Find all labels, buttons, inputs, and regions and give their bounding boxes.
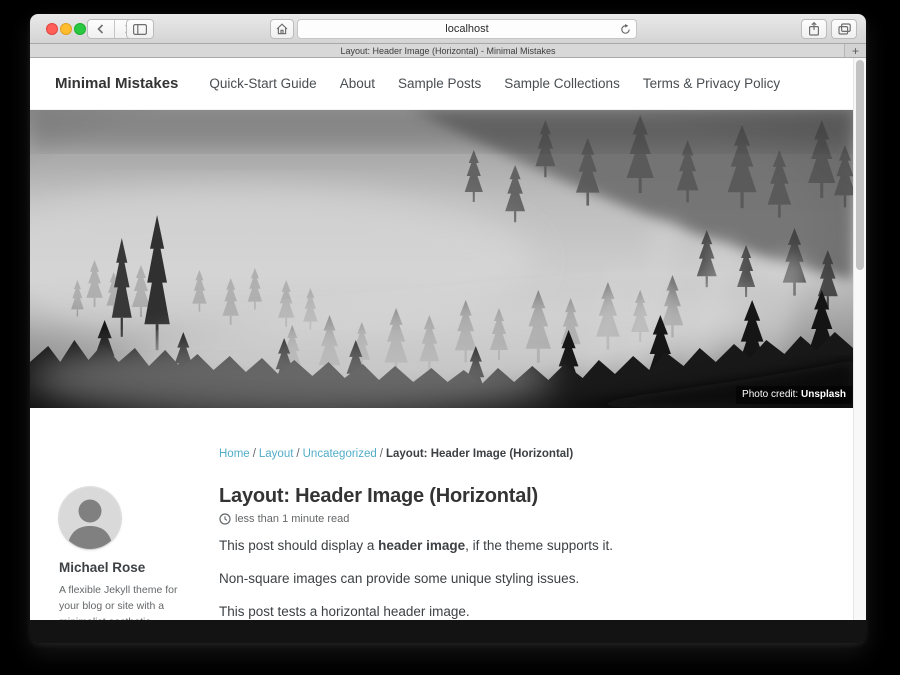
- nav-item-about[interactable]: About: [340, 76, 375, 91]
- scrollbar[interactable]: [853, 58, 866, 620]
- read-time: less than 1 minute read: [235, 513, 349, 525]
- avatar: [59, 487, 121, 549]
- post-paragraph-3: This post tests a horizontal header imag…: [219, 602, 813, 620]
- photo-credit: Photo credit: Unsplash: [736, 386, 852, 404]
- share-button[interactable]: [801, 19, 827, 39]
- post-main: Home/Layout/Uncategorized/Layout: Header…: [219, 408, 853, 620]
- breadcrumb-uncategorized[interactable]: Uncategorized: [303, 448, 377, 460]
- tab-bar: Layout: Header Image (Horizontal) - Mini…: [30, 44, 866, 58]
- close-window-button[interactable]: [46, 23, 58, 35]
- author-bio: A flexible Jekyll theme for your blog or…: [59, 582, 191, 620]
- site-nav: Quick-Start Guide About Sample Posts Sam…: [209, 76, 780, 91]
- post-paragraph-2: Non-square images can provide some uniqu…: [219, 569, 813, 589]
- breadcrumb-current: Layout: Header Image (Horizontal): [386, 448, 573, 460]
- chevron-left-icon: [97, 24, 104, 34]
- home-icon: [276, 23, 288, 35]
- home-button[interactable]: [270, 19, 294, 39]
- back-button[interactable]: [88, 20, 114, 38]
- share-icon: [808, 22, 820, 36]
- sidebar-toggle-button[interactable]: [126, 19, 154, 39]
- breadcrumb-home[interactable]: Home: [219, 448, 250, 460]
- breadcrumb-separator: /: [380, 448, 383, 460]
- browser-window: localhost Layout: Header Image (: [30, 14, 866, 643]
- author-name: Michael Rose: [59, 560, 219, 575]
- clock-icon: [219, 513, 231, 525]
- avatar-placeholder-icon: [59, 487, 121, 549]
- page-content: Michael Rose A flexible Jekyll theme for…: [30, 408, 853, 620]
- nav-item-sample-collections[interactable]: Sample Collections: [504, 76, 620, 91]
- header-image-illustration: [30, 110, 853, 408]
- photo-credit-label: Photo credit:: [742, 389, 798, 400]
- scrollbar-thumb[interactable]: [856, 60, 864, 270]
- browser-toolbar: localhost: [30, 14, 866, 44]
- site-masthead: Minimal Mistakes Quick-Start Guide About…: [30, 58, 853, 110]
- post-paragraph-1: This post should display a header image,…: [219, 536, 813, 556]
- tabs-overview-icon: [838, 23, 851, 35]
- minimize-window-button[interactable]: [60, 23, 72, 35]
- address-bar[interactable]: localhost: [297, 19, 637, 39]
- nav-item-sample-posts[interactable]: Sample Posts: [398, 76, 481, 91]
- new-tab-button[interactable]: +: [844, 44, 866, 57]
- paragraph-bold-text: header image: [378, 538, 465, 553]
- breadcrumb-separator: /: [296, 448, 299, 460]
- window-bottom: [30, 620, 866, 643]
- sidebar-icon: [133, 24, 147, 35]
- paragraph-text: , if the theme supports it.: [465, 538, 613, 553]
- author-sidebar: Michael Rose A flexible Jekyll theme for…: [30, 408, 219, 620]
- reload-icon: [620, 24, 631, 35]
- nav-item-terms-privacy[interactable]: Terms & Privacy Policy: [643, 76, 780, 91]
- header-image: Photo credit: Unsplash: [30, 110, 853, 408]
- paragraph-text: This post should display a: [219, 538, 378, 553]
- reload-button[interactable]: [620, 24, 631, 38]
- post-meta: less than 1 minute read: [219, 513, 813, 525]
- photo-credit-link[interactable]: Unsplash: [801, 389, 846, 400]
- url-text: localhost: [445, 23, 488, 35]
- breadcrumb-layout[interactable]: Layout: [259, 448, 294, 460]
- show-tabs-button[interactable]: [831, 19, 857, 39]
- post-title: Layout: Header Image (Horizontal): [219, 484, 813, 508]
- active-tab[interactable]: Layout: Header Image (Horizontal) - Mini…: [340, 46, 555, 56]
- page-viewport: Minimal Mistakes Quick-Start Guide About…: [30, 58, 866, 620]
- breadcrumb: Home/Layout/Uncategorized/Layout: Header…: [219, 447, 813, 461]
- nav-item-quick-start-guide[interactable]: Quick-Start Guide: [209, 76, 316, 91]
- zoom-window-button[interactable]: [74, 23, 86, 35]
- breadcrumb-separator: /: [253, 448, 256, 460]
- site-title-link[interactable]: Minimal Mistakes: [55, 75, 178, 92]
